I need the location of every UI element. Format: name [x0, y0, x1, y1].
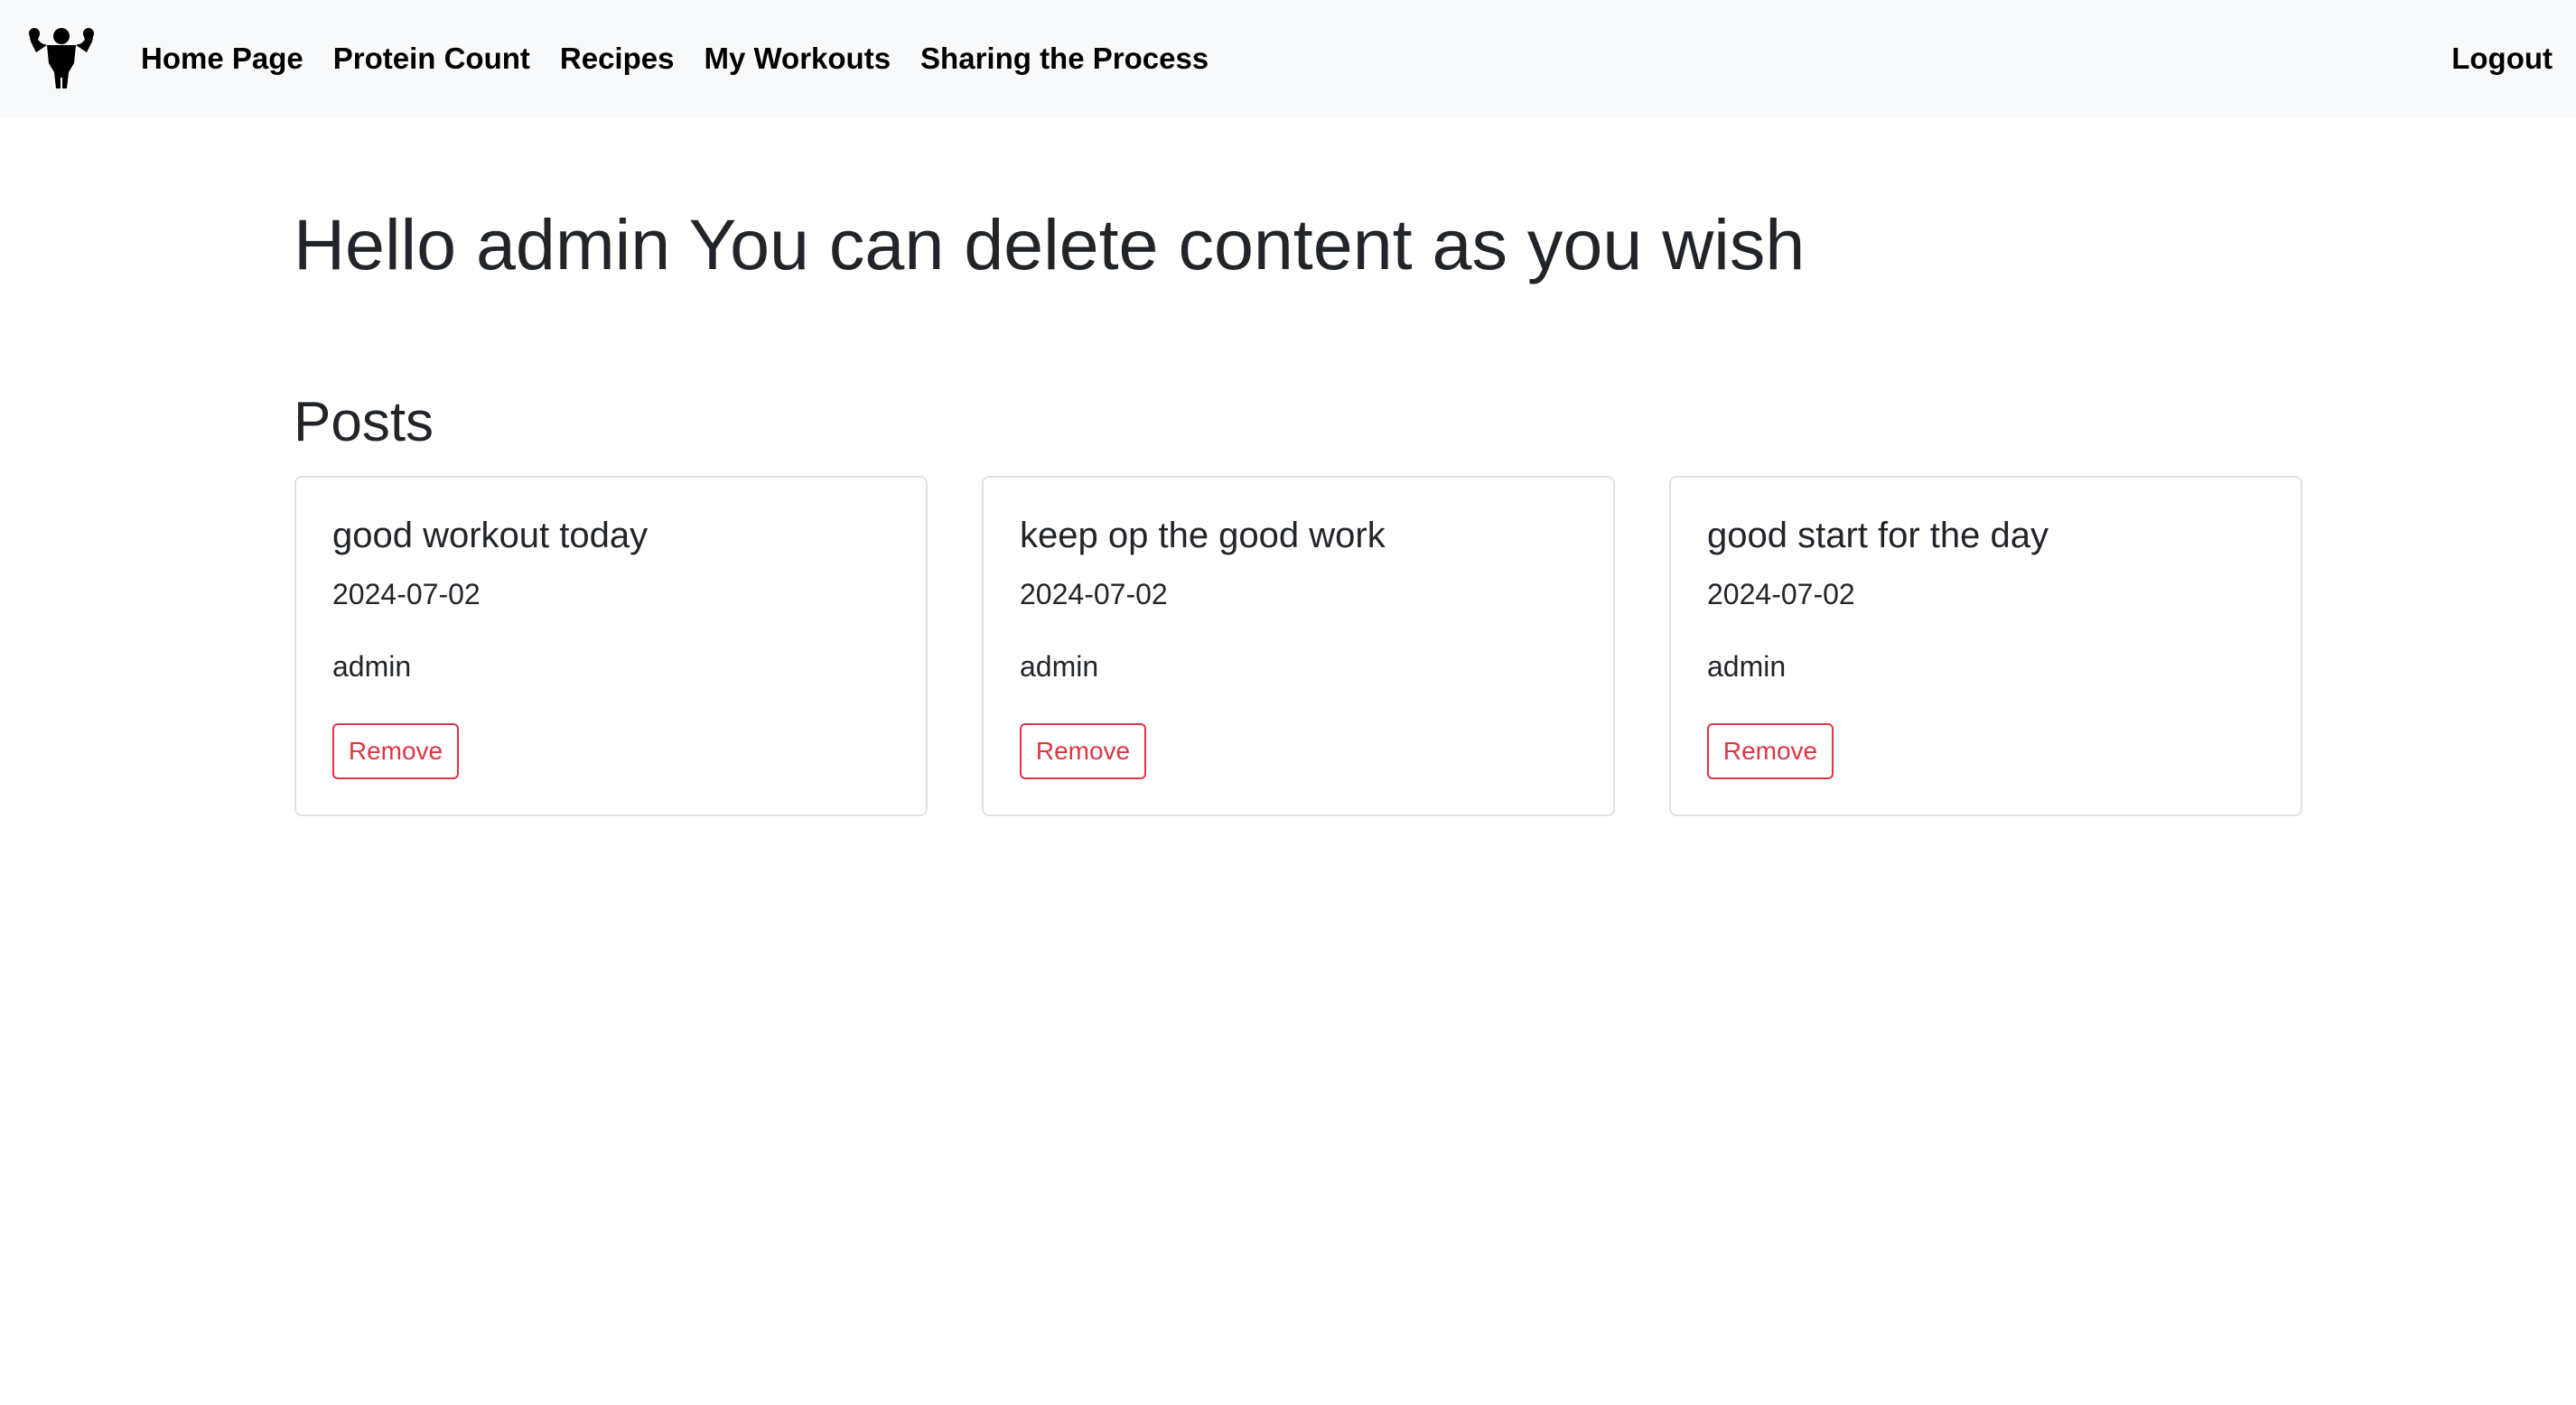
- nav-links: Home Page Protein Count Recipes My Worko…: [141, 0, 1238, 117]
- post-date: 2024-07-02: [1707, 578, 1855, 610]
- nav-item-protein-count[interactable]: Protein Count: [333, 42, 530, 76]
- bodybuilder-flex-icon[interactable]: [27, 25, 96, 88]
- nav-item-recipes[interactable]: Recipes: [560, 42, 675, 76]
- post-card: good workout today 2024-07-02 admin Remo…: [294, 476, 928, 816]
- post-author: admin: [332, 650, 412, 684]
- logout-link[interactable]: Logout: [2451, 0, 2553, 117]
- posts-list: good workout today 2024-07-02 admin Remo…: [294, 476, 2302, 816]
- post-title: good workout today: [332, 516, 649, 555]
- post-title: keep op the good work: [1020, 516, 1386, 555]
- nav-item-sharing-the-process[interactable]: Sharing the Process: [920, 42, 1209, 76]
- post-card: good start for the day 2024-07-02 admin …: [1669, 476, 2302, 816]
- remove-post-button[interactable]: Remove: [332, 723, 459, 779]
- post-author: admin: [1020, 650, 1099, 684]
- nav-item-home-page[interactable]: Home Page: [141, 42, 303, 76]
- remove-post-button[interactable]: Remove: [1020, 723, 1146, 779]
- remove-post-button[interactable]: Remove: [1707, 723, 1834, 779]
- page-title: Hello admin You can delete content as yo…: [294, 204, 1806, 284]
- posts-heading: Posts: [294, 391, 434, 453]
- nav-item-my-workouts[interactable]: My Workouts: [704, 42, 891, 76]
- post-card: keep op the good work 2024-07-02 admin R…: [982, 476, 1615, 816]
- post-date: 2024-07-02: [1020, 578, 1168, 610]
- post-date: 2024-07-02: [332, 578, 481, 610]
- post-title: good start for the day: [1707, 516, 2049, 555]
- navbar: Home Page Protein Count Recipes My Worko…: [0, 0, 2576, 117]
- post-author: admin: [1707, 650, 1787, 684]
